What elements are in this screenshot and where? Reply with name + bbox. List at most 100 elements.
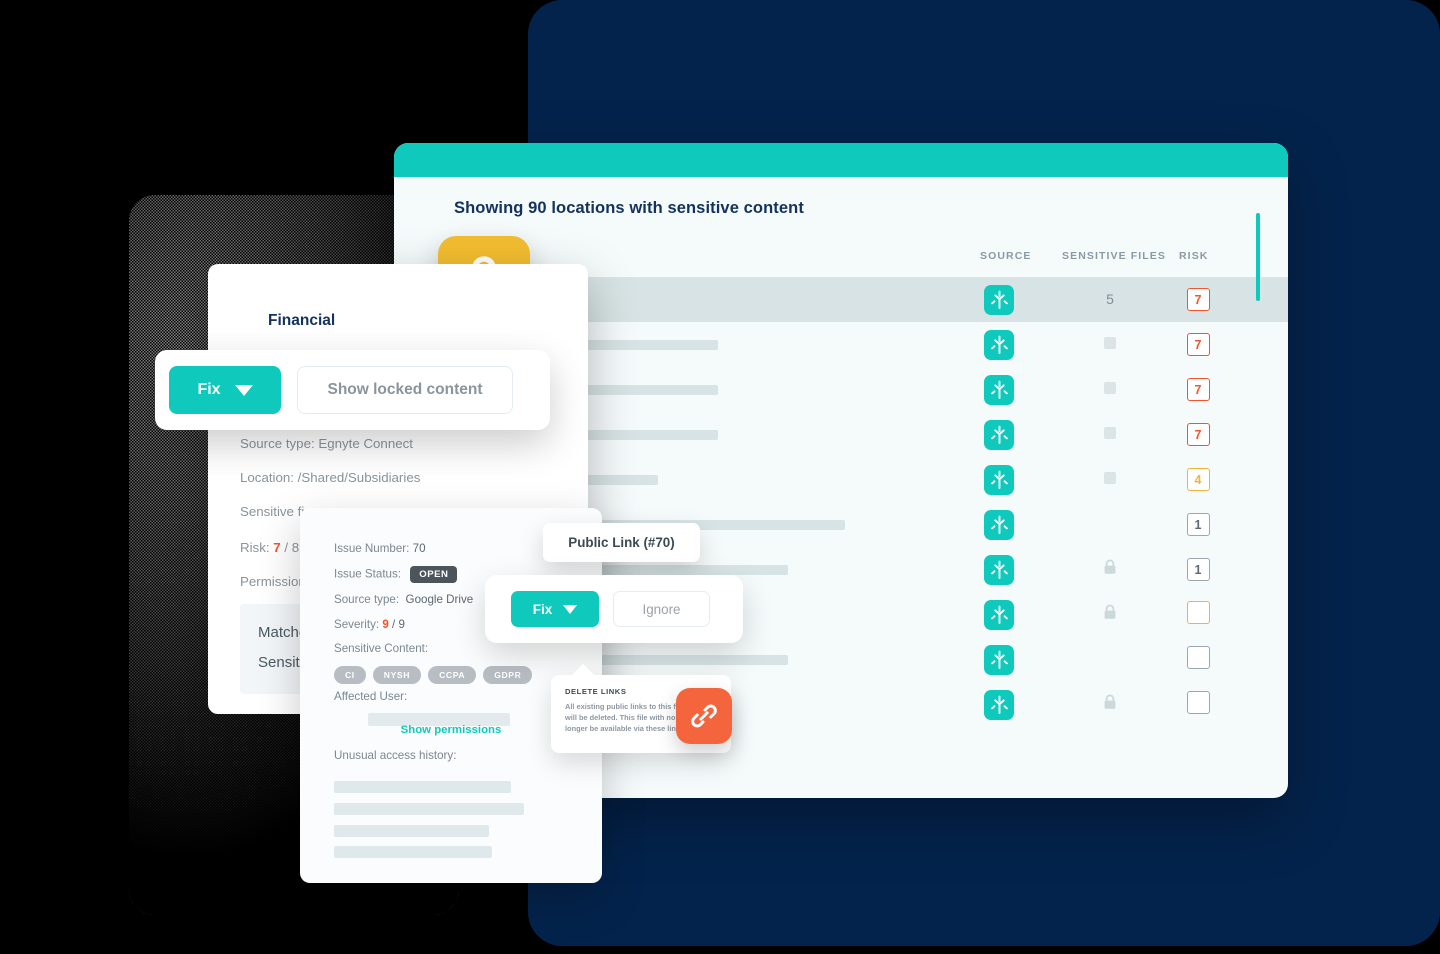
source-icon-tile[interactable] (984, 509, 1014, 540)
fix-action-bar: Fix Show locked content (155, 350, 550, 430)
cell-source (984, 644, 1014, 675)
sensitive-files-lock (1103, 604, 1117, 620)
cell-source (984, 554, 1014, 585)
lock-icon (1104, 604, 1116, 619)
egnyte-source-icon (990, 695, 1008, 714)
scrollbar-thumb[interactable] (1256, 213, 1260, 301)
risk-badge (1186, 645, 1210, 669)
egnyte-source-icon (990, 335, 1008, 354)
issue-severity-total: / 9 (392, 618, 405, 631)
cell-risk: 7 (1176, 423, 1220, 446)
source-icon-tile[interactable] (984, 374, 1014, 405)
fix-ignore-action-bar: Fix Ignore (485, 575, 743, 643)
fix-button[interactable]: Fix (169, 366, 281, 414)
cell-source (984, 374, 1014, 405)
unusual-access-row (334, 803, 524, 815)
risk-badge: 1 (1186, 558, 1210, 581)
cell-source (984, 329, 1014, 360)
cell-risk (1176, 645, 1220, 674)
risk-badge: 1 (1186, 513, 1210, 536)
link-icon (691, 704, 717, 728)
issue-status-row: Issue Status: OPEN (334, 566, 458, 583)
source-icon-tile[interactable] (984, 464, 1014, 495)
cell-sensitive-files (1064, 471, 1156, 489)
issue-source-type-row: Source type: Google Drive (334, 593, 473, 606)
fix-button-small[interactable]: Fix (511, 591, 599, 627)
fix-button-label: Fix (197, 381, 221, 398)
source-icon-tile[interactable] (984, 689, 1014, 720)
risk-badge: 7 (1186, 288, 1210, 311)
cell-source (984, 419, 1014, 450)
sensitive-content-tag: NYSH (372, 666, 422, 684)
egnyte-source-icon (990, 650, 1008, 669)
link-badge (676, 688, 732, 744)
issue-severity-label: Severity: (334, 618, 380, 631)
financial-risk-value: 7 (273, 540, 281, 555)
cell-source (984, 599, 1014, 630)
risk-badge (1186, 690, 1210, 714)
cell-risk: 4 (1176, 468, 1220, 491)
fix-button-small-label: Fix (532, 601, 553, 617)
risk-badge: 7 (1186, 423, 1210, 446)
financial-card-title: Financial (268, 312, 336, 329)
ignore-button[interactable]: Ignore (613, 591, 710, 627)
delete-links-title: DELETE LINKS (565, 687, 627, 696)
cell-risk: 7 (1176, 378, 1220, 401)
financial-location: Location: /Shared/Subsidiaries (240, 470, 421, 485)
financial-risk-total: / 8 (284, 540, 300, 555)
table-card-topbar (394, 143, 1288, 177)
sensitive-content-tag: CCPA (428, 666, 477, 684)
status-badge: OPEN (410, 566, 458, 583)
sensitive-content-tags: CI NYSH CCPA GDPR (334, 666, 533, 684)
issue-number-value: 70 (412, 542, 426, 555)
egnyte-source-icon (990, 515, 1008, 534)
source-icon-tile[interactable] (984, 284, 1014, 315)
financial-permissions: Permission (240, 574, 306, 589)
source-icon-tile[interactable] (984, 329, 1014, 360)
scrollbar-track[interactable] (1256, 203, 1260, 683)
cell-source (984, 509, 1014, 540)
egnyte-source-icon (990, 425, 1008, 444)
cell-sensitive-files (1064, 426, 1156, 444)
issue-severity-value: 9 (382, 618, 389, 631)
risk-badge (1186, 600, 1210, 624)
financial-sensitive-files: Sensitive fi (240, 504, 305, 519)
cell-sensitive-files: 5 (1064, 291, 1156, 309)
cell-sensitive-files (1064, 336, 1156, 354)
chevron-down-icon (234, 384, 253, 396)
cell-risk: 1 (1176, 513, 1220, 536)
egnyte-source-icon (990, 560, 1008, 579)
sensitive-files-count: 5 (1106, 290, 1114, 307)
cell-sensitive-files (1064, 604, 1156, 625)
cell-risk (1176, 600, 1220, 629)
unusual-access-row (334, 781, 511, 793)
sensitive-files-lock (1103, 694, 1117, 710)
column-header-risk: RISK (1179, 250, 1209, 262)
issue-number-label: Issue Number: (334, 542, 410, 555)
source-icon-tile[interactable] (984, 644, 1014, 675)
delete-links-body: All existing public links to this file w… (565, 702, 687, 733)
sensitive-files-placeholder (1104, 381, 1116, 394)
cell-source (984, 689, 1014, 720)
screenshot-stage: Showing 90 locations with sensitive cont… (0, 0, 1440, 954)
financial-risk: Risk: 7 / 8 (240, 540, 299, 555)
issue-source-type-value: Google Drive (405, 593, 474, 606)
cell-sensitive-files (1064, 694, 1156, 715)
sensitive-content-tag: GDPR (483, 666, 533, 684)
page-title: Showing 90 locations with sensitive cont… (454, 199, 804, 217)
risk-badge: 7 (1186, 333, 1210, 356)
cell-source (984, 284, 1014, 315)
issue-number-row: Issue Number: 70 (334, 542, 426, 555)
unusual-access-row (334, 846, 492, 858)
issue-severity-row: Severity: 9 / 9 (334, 618, 405, 631)
source-icon-tile[interactable] (984, 599, 1014, 630)
financial-source-type: Source type: Egnyte Connect (240, 436, 413, 451)
risk-badge: 7 (1186, 378, 1210, 401)
egnyte-source-icon (990, 605, 1008, 624)
show-locked-content-button[interactable]: Show locked content (297, 366, 513, 414)
lock-icon (1104, 559, 1116, 574)
cell-sensitive-files (1064, 559, 1156, 580)
financial-risk-label: Risk: (240, 540, 270, 555)
source-icon-tile[interactable] (984, 419, 1014, 450)
source-icon-tile[interactable] (984, 554, 1014, 585)
